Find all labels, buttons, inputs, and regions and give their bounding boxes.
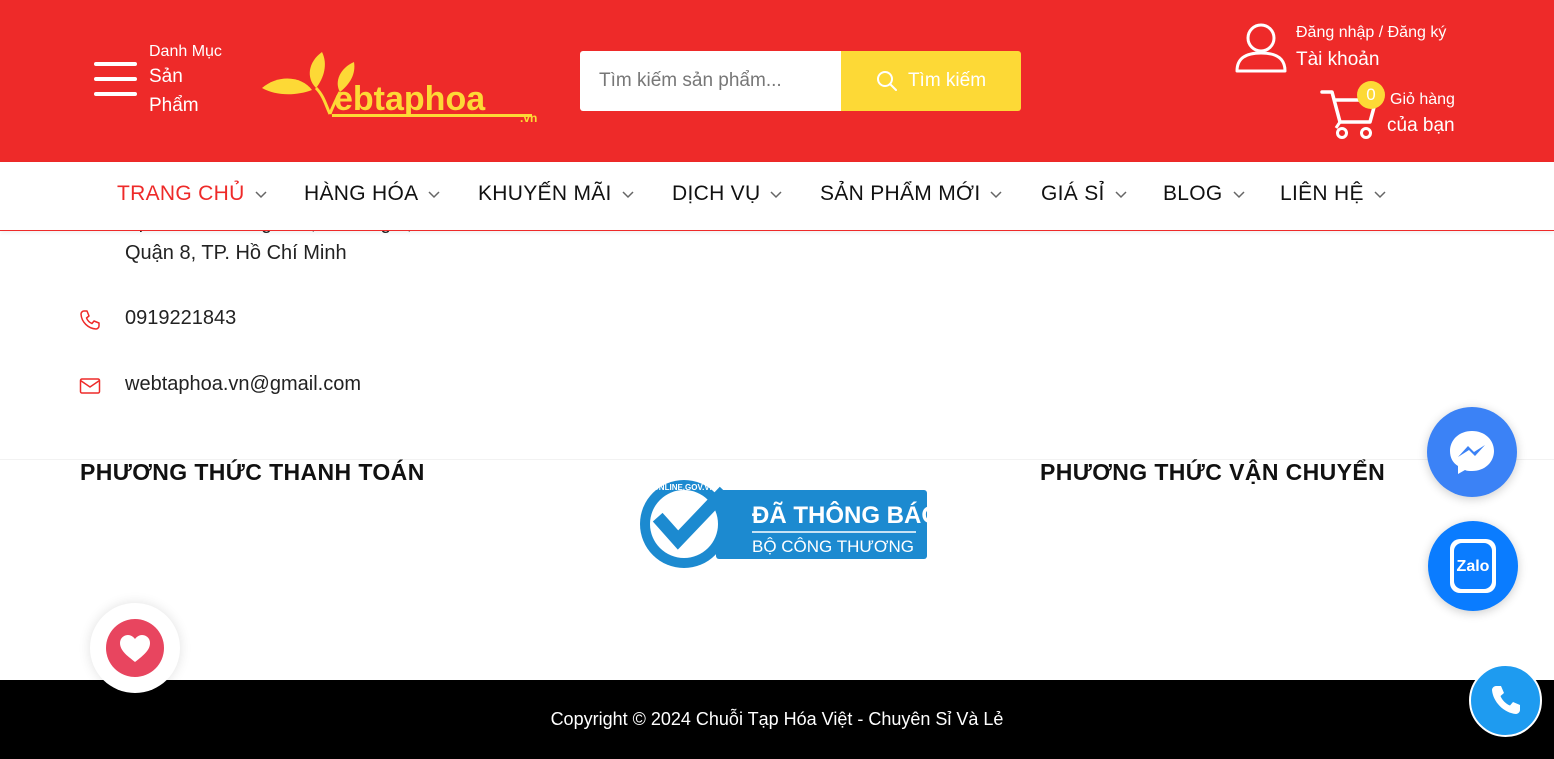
nav-item-san-pham-moi[interactable]: SẢN PHẨM MỚI [820,182,1003,206]
nav-item-gia-si[interactable]: GIÁ SỈ [1041,182,1128,206]
nav-item-trang-chu[interactable]: TRANG CHỦ [117,182,268,206]
login-register-link[interactable]: Đăng nhập / Đăng ký [1296,24,1446,42]
cart-count-badge: 0 [1357,81,1385,109]
chevron-down-icon [990,191,1002,199]
cart-area[interactable]: 0 Giỏ hàng của bạn [1320,81,1455,145]
contact-address-line2: Quận 8, TP. Hồ Chí Minh [125,242,347,264]
chevron-down-icon [770,191,782,199]
account-area[interactable]: Đăng nhập / Đăng ký Tài khoản [1234,22,1446,79]
copyright-text: Copyright © 2024 Chuỗi Tạp Hóa Việt - Ch… [550,709,1004,729]
nav-item-hang-hoa[interactable]: HÀNG HÓA [304,182,441,206]
contact-email[interactable]: webtaphoa.vn@gmail.com [125,373,361,396]
chevron-down-icon [1115,191,1127,199]
cart-label-line1: Giỏ hàng [1390,91,1455,108]
messenger-icon [1450,431,1494,474]
search-button-label: Tìm kiếm [907,70,987,91]
chevron-down-icon [428,191,440,199]
contact-phone[interactable]: 0919221843 [125,307,236,330]
chevron-down-icon [255,191,267,199]
search-bar: Tìm kiếm [580,51,1021,111]
search-input[interactable] [580,51,841,111]
page: Danh Mục Sản Phẩm ebtaphoa .vn Tìm kiếm [0,0,1554,759]
email-icon [79,378,101,394]
account-label[interactable]: Tài khoản [1296,49,1379,71]
gov-badge-subtitle: BỘ CÔNG THƯƠNG [752,537,914,556]
category-menu-button[interactable] [94,62,138,98]
chevron-down-icon [622,191,634,199]
nav-item-dich-vu[interactable]: DỊCH VỤ [672,182,783,206]
site-logo[interactable]: ebtaphoa .vn [254,44,554,124]
user-icon [1235,23,1287,73]
nav-item-label: LIÊN HỆ [1280,182,1364,205]
nav-item-blog[interactable]: BLOG [1163,182,1246,206]
nav-item-label: KHUYẾN MÃI [478,182,612,205]
hamburger-icon-bar [94,77,137,81]
favorites-button[interactable] [90,603,180,693]
nav-item-khuyen-mai[interactable]: KHUYẾN MÃI [478,182,635,206]
nav-item-label: HÀNG HÓA [304,182,419,205]
chevron-down-icon [1374,191,1386,199]
main-nav: TRANG CHỦ HÀNG HÓA KHUYẾN MÃI DỊCH VỤ SẢ… [0,162,1554,231]
nav-item-label: GIÁ SỈ [1041,182,1105,205]
search-icon [876,71,897,91]
category-menu-label-line3: Phẩm [149,95,199,116]
gov-notified-badge[interactable]: ONLINE.GOV.VN ĐÃ THÔNG BÁO BỘ CÔNG THƯƠN… [638,478,928,570]
category-menu-label[interactable]: Danh Mục Sản Phẩm [149,42,222,120]
site-header: Danh Mục Sản Phẩm ebtaphoa .vn Tìm kiếm [0,0,1554,162]
nav-item-label: DỊCH VỤ [672,182,761,205]
zalo-icon-label: Zalo [1457,558,1490,575]
payment-methods-title: PHƯƠNG THỨC THANH TOÁN [80,459,425,485]
chevron-down-icon [1233,191,1245,199]
logo-text: ebtaphoa [334,80,486,118]
category-menu-label-line2: Sản [149,66,183,87]
nav-item-lien-he[interactable]: LIÊN HỆ [1280,182,1387,206]
zalo-chat-button[interactable]: Zalo [1428,521,1518,611]
cart-label-line2: của bạn [1387,115,1455,136]
logo-suffix: .vn [520,111,537,124]
gov-badge-title: ĐÃ THÔNG BÁO [752,501,928,529]
hamburger-icon-bar [94,62,137,66]
category-menu-label-line1: Danh Mục [149,43,222,60]
hamburger-icon-bar [94,92,137,96]
shipping-methods-title: PHƯƠNG THỨC VẬN CHUYỂN [1040,459,1386,485]
phone-icon [80,310,100,330]
nav-item-label: SẢN PHẨM MỚI [820,182,981,205]
zalo-icon: Zalo [1450,539,1496,593]
messenger-chat-button[interactable] [1427,407,1517,497]
phone-call-icon [1492,686,1520,714]
nav-item-label: BLOG [1163,182,1223,205]
footer-bottom-bar: Copyright © 2024 Chuỗi Tạp Hóa Việt - Ch… [0,680,1554,759]
nav-item-label: TRANG CHỦ [117,182,245,205]
call-button[interactable] [1469,664,1542,737]
gov-badge-ring-text: ONLINE.GOV.VN [653,483,716,492]
heart-icon [106,619,164,677]
search-button[interactable]: Tìm kiếm [841,51,1021,111]
